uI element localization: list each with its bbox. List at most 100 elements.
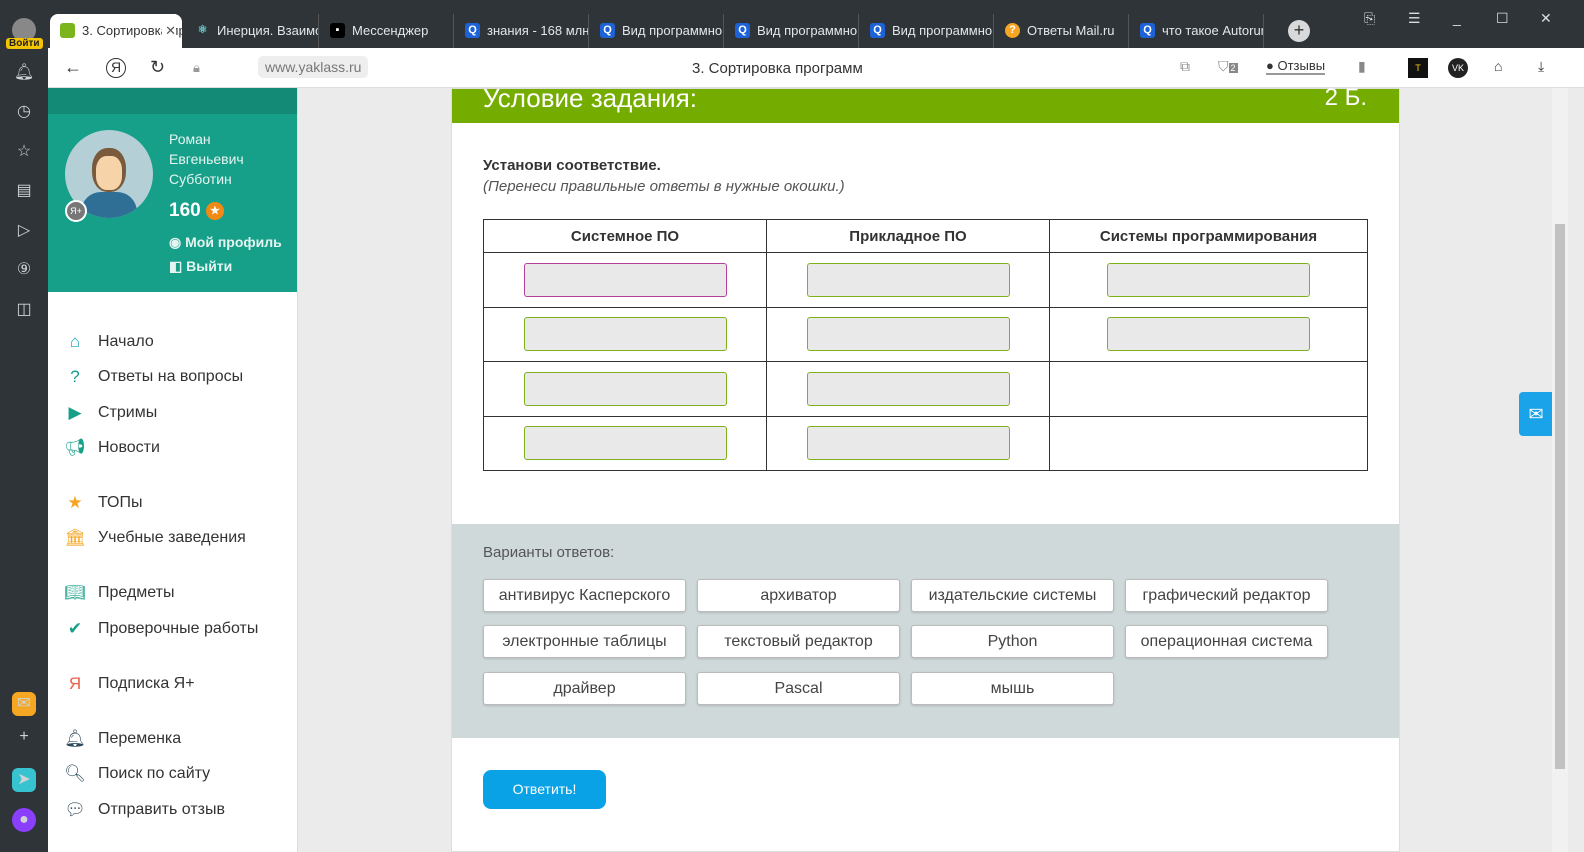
scrollbar[interactable] bbox=[1552, 88, 1568, 852]
star-icon[interactable]: ☆ bbox=[12, 140, 36, 164]
answer-chip[interactable]: Python bbox=[911, 625, 1114, 658]
drop-slot[interactable] bbox=[806, 426, 1010, 461]
answer-chip[interactable]: архиватор bbox=[697, 579, 900, 612]
drop-slot[interactable] bbox=[523, 317, 727, 352]
tabs-icon[interactable]: ⧉ bbox=[1180, 58, 1190, 75]
nav-tests[interactable]: ✔ Проверочные работы bbox=[48, 614, 298, 644]
answer-chip[interactable]: мышь bbox=[911, 672, 1114, 705]
drop-slot[interactable] bbox=[806, 262, 1010, 297]
tab[interactable]: Q Вид программного bbox=[590, 14, 724, 48]
browser-sidebar: Войти 🔔︎ ◷ ☆ ▤ ▷ ⑨ ◫ ✉ + ➤ ● bbox=[0, 0, 48, 852]
bookmarks-icon[interactable]: ⎘ bbox=[1364, 10, 1375, 27]
tab[interactable]: ▪ Мессенджер bbox=[320, 14, 454, 48]
nav-subjects[interactable]: 📖︎ Предметы bbox=[48, 578, 298, 608]
collections-icon[interactable]: ▤ bbox=[12, 179, 36, 203]
answer-chip[interactable]: электронные таблицы bbox=[483, 625, 686, 658]
answer-chip[interactable]: операционная система bbox=[1125, 625, 1328, 658]
maximize-icon[interactable]: ☐ bbox=[1496, 10, 1509, 27]
my-profile-link[interactable]: ◉ Мой профиль bbox=[169, 234, 282, 251]
close-window-icon[interactable]: ✕ bbox=[1540, 10, 1552, 27]
reload-icon[interactable]: ↻ bbox=[150, 57, 165, 78]
drop-slot[interactable] bbox=[1107, 317, 1310, 352]
minimize-icon[interactable]: _ bbox=[1453, 10, 1461, 26]
video-icon[interactable]: ▷ bbox=[12, 219, 36, 243]
physics-icon: ⚛ bbox=[197, 24, 208, 36]
submit-button[interactable]: Ответить! bbox=[483, 770, 606, 809]
alice-icon[interactable]: ● bbox=[12, 808, 36, 832]
tab[interactable]: Qзнания - 168 млн bbox=[455, 14, 589, 48]
history-icon[interactable]: ◷ bbox=[12, 100, 36, 124]
search-icon: Q bbox=[600, 23, 615, 38]
drop-slot[interactable] bbox=[1107, 262, 1310, 297]
megaphone-icon: 📢︎ bbox=[64, 438, 86, 457]
question-icon: ? bbox=[70, 367, 80, 386]
yandex-icon[interactable]: Я bbox=[106, 58, 126, 78]
nav-home[interactable]: ⌂ Начало bbox=[48, 327, 298, 357]
task-hint: (Перенеси правильные ответы в нужные око… bbox=[483, 178, 845, 195]
drop-slot[interactable] bbox=[806, 371, 1010, 406]
search-icon: Q bbox=[465, 23, 480, 38]
answer-chip[interactable]: антивирус Касперского bbox=[483, 579, 686, 612]
messenger-app-icon[interactable]: ➤ bbox=[12, 768, 36, 792]
match-table: Системное ПО Прикладное ПО Системы прогр… bbox=[483, 219, 1368, 471]
new-tab-button[interactable]: + bbox=[1288, 20, 1310, 42]
nav-break[interactable]: 🔔︎ Переменка bbox=[48, 724, 298, 754]
user-name: Роман Евгеньевич Субботин bbox=[169, 131, 244, 187]
nav-feedback[interactable]: 💬︎ Отправить отзыв bbox=[48, 795, 298, 825]
tab[interactable]: ? Ответы Mail.ru bbox=[995, 14, 1129, 48]
nav-answers[interactable]: ? Ответы на вопросы bbox=[48, 362, 298, 392]
tab-active[interactable]: 3. Сортировка программ✕ bbox=[50, 14, 182, 48]
nav-streams[interactable]: ▶ Стримы bbox=[48, 398, 298, 428]
bell-icon[interactable]: 🔔︎ bbox=[12, 61, 36, 85]
answer-chip[interactable]: Pascal bbox=[697, 672, 900, 705]
answer-chip[interactable]: драйвер bbox=[483, 672, 686, 705]
logout-link[interactable]: ◧ Выйти bbox=[169, 258, 232, 275]
shield-icon[interactable]: ⛉ 2 bbox=[1218, 58, 1238, 75]
answer-chip[interactable]: издательские системы bbox=[911, 579, 1114, 612]
drop-slot[interactable] bbox=[523, 426, 727, 461]
drop-slot[interactable] bbox=[806, 317, 1010, 352]
screenshot-icon[interactable]: ◫ bbox=[12, 298, 36, 322]
nav-news[interactable]: 📢︎ Новости bbox=[48, 433, 298, 463]
nav-tops[interactable]: ★ ТОПы bbox=[48, 488, 298, 518]
site-sidebar: Я+ Роман Евгеньевич Субботин 160 ★ ◉ Мой… bbox=[48, 88, 298, 852]
task-instruction: Установи соответствие. bbox=[483, 157, 661, 174]
reviews-button[interactable]: ● Отзывы bbox=[1266, 58, 1326, 75]
play-icon: ▶ bbox=[68, 403, 82, 422]
back-icon[interactable]: ← bbox=[64, 57, 82, 78]
tab[interactable]: Q Вид программного bbox=[725, 14, 859, 48]
feedback-mail-button[interactable]: ✉ bbox=[1519, 392, 1553, 436]
star-icon: ★ bbox=[67, 493, 83, 512]
nav-subscription[interactable]: Я Подписка Я+ bbox=[48, 669, 298, 699]
drop-slot[interactable] bbox=[523, 371, 727, 406]
nav-search[interactable]: 🔍︎ Поиск по сайту bbox=[48, 759, 298, 789]
login-button[interactable]: Войти bbox=[6, 38, 43, 49]
url-field[interactable]: www.yaklass.ru bbox=[258, 56, 369, 78]
mail-app-icon[interactable]: ✉ bbox=[12, 692, 36, 716]
points: 160 ★ bbox=[169, 200, 224, 222]
answer-chip[interactable]: текстовый редактор bbox=[697, 625, 900, 658]
school-icon: 🏛︎ bbox=[64, 528, 86, 547]
add-icon[interactable]: + bbox=[12, 725, 36, 749]
extension-icon[interactable]: ⌂ bbox=[1494, 58, 1502, 74]
tab[interactable]: Qчто такое Autorun bbox=[1130, 14, 1264, 48]
scrollbar-thumb[interactable] bbox=[1555, 224, 1565, 769]
answer-options: Варианты ответов: антивирус Касперского … bbox=[452, 524, 1399, 738]
star-icon: ★ bbox=[205, 202, 224, 220]
bell-icon: 🔔︎ bbox=[64, 729, 86, 748]
nav-schools[interactable]: 🏛︎ Учебные заведения bbox=[48, 523, 298, 553]
drop-slot[interactable] bbox=[523, 262, 727, 297]
bookmark-icon[interactable]: ▮ bbox=[1358, 58, 1366, 75]
menu-icon[interactable]: ☰ bbox=[1408, 10, 1421, 27]
close-tab-icon[interactable]: ✕ bbox=[162, 14, 176, 48]
download-icon[interactable]: ⤓ bbox=[1538, 58, 1544, 75]
tab[interactable]: ⚛Инерция. Взаимодействие bbox=[185, 14, 319, 48]
nine-icon[interactable]: ⑨ bbox=[12, 258, 36, 282]
vk-extension-icon[interactable]: VK bbox=[1448, 58, 1468, 78]
answer-chip[interactable]: графический редактор bbox=[1125, 579, 1328, 612]
tab[interactable]: Q Вид программного bbox=[860, 14, 994, 48]
book-icon: 📖︎ bbox=[64, 583, 86, 602]
tinkoff-extension-icon[interactable]: T bbox=[1408, 58, 1428, 78]
tab-bar: 3. Сортировка программ✕ ⚛Инерция. Взаимо… bbox=[48, 0, 1584, 48]
search-icon: Q bbox=[735, 23, 750, 38]
